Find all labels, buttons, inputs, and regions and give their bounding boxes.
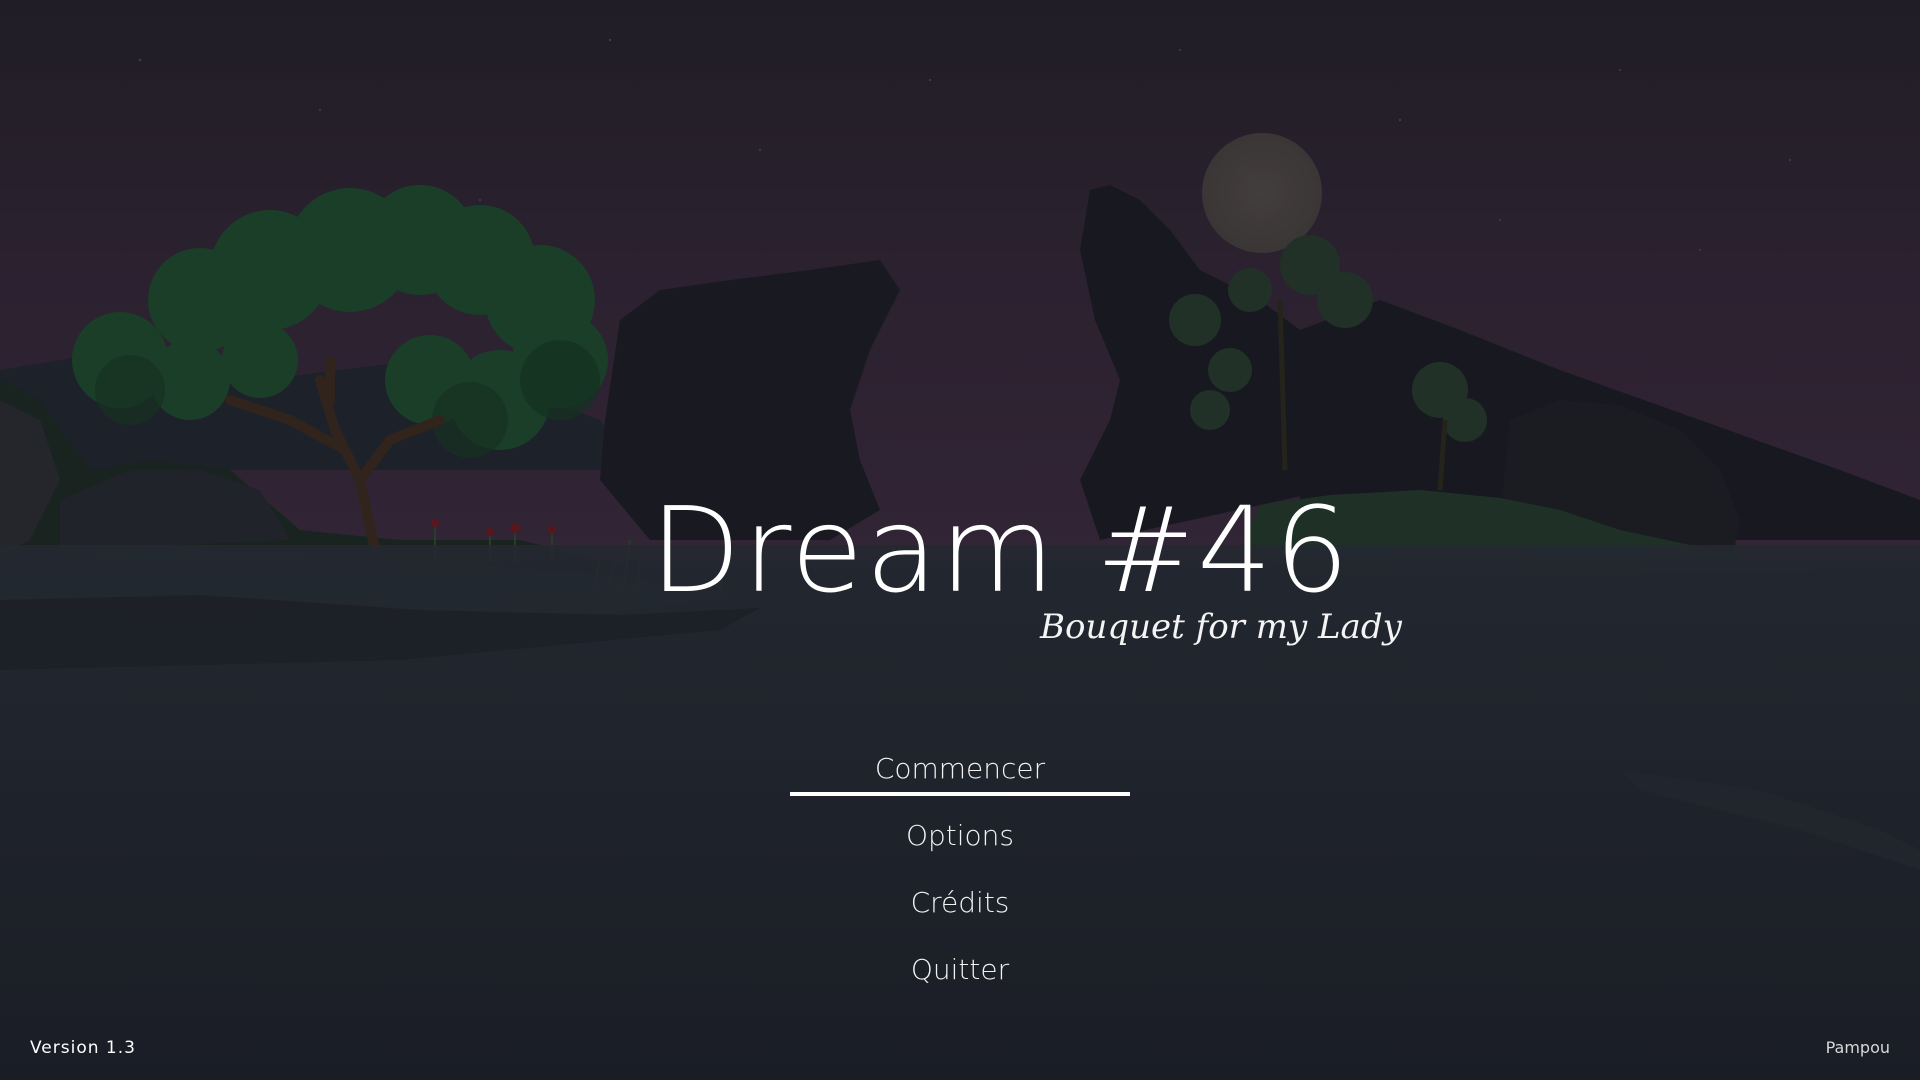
title-block: Dream #46 Bouquet for my Lady bbox=[650, 480, 1402, 660]
menu-item-quitter[interactable]: Quitter bbox=[790, 941, 1130, 1008]
menu-item-options[interactable]: Options bbox=[790, 807, 1130, 874]
version-label: Version 1.3 bbox=[30, 1038, 136, 1058]
menu-item-credits[interactable]: Crédits bbox=[790, 874, 1130, 941]
main-menu: Commencer Options Crédits Quitter bbox=[790, 740, 1130, 1008]
title-screen: Dream #46 Bouquet for my Lady Commencer … bbox=[0, 0, 1920, 1080]
game-title: Dream #46 bbox=[650, 481, 1352, 619]
menu-item-commencer[interactable]: Commencer bbox=[790, 740, 1130, 807]
game-subtitle: Bouquet for my Lady bbox=[1040, 607, 1402, 647]
author-label: Pampou bbox=[1825, 1038, 1890, 1057]
